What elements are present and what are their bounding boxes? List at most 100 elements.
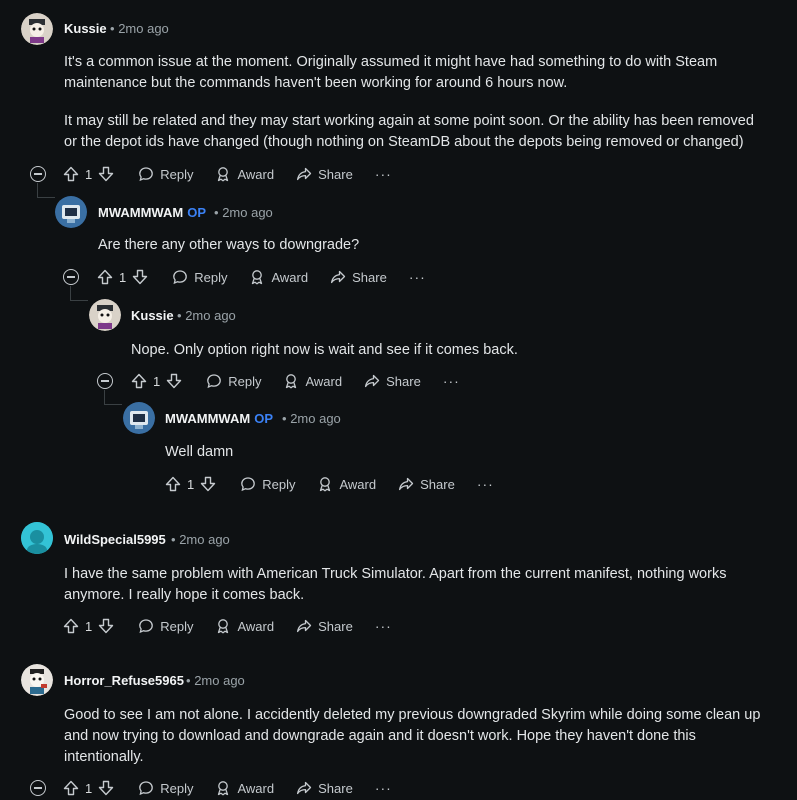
comment-author[interactable]: MWAMMWAM OP	[165, 411, 273, 426]
more-options-button[interactable]: ···	[375, 166, 392, 182]
comment-timestamp: 2mo ago	[222, 205, 273, 220]
share-button[interactable]: Share	[364, 373, 421, 389]
comment-actions: 1 Reply Award Share ···	[97, 265, 448, 289]
comment-body: I have the same problem with American Tr…	[64, 564, 726, 606]
thread-connector	[37, 197, 55, 198]
collapse-thread-button[interactable]	[63, 269, 79, 285]
reply-button[interactable]: Reply	[240, 476, 295, 492]
upvote-icon[interactable]	[165, 476, 181, 492]
author-name[interactable]: MWAMMWAM	[98, 205, 183, 220]
comment-author[interactable]: MWAMMWAM OP	[98, 205, 206, 220]
comment-line: Good to see I am not alone. I accidently…	[64, 707, 761, 723]
comment-body: Nope. Only option right now is wait and …	[131, 340, 518, 361]
comment-body: Are there any other ways to downgrade?	[98, 235, 359, 256]
share-button[interactable]: Share	[296, 618, 353, 634]
avatar[interactable]	[55, 196, 87, 228]
more-options-button[interactable]: ···	[375, 618, 392, 634]
award-icon	[320, 477, 331, 492]
share-button[interactable]: Share	[330, 269, 387, 285]
share-button[interactable]: Share	[296, 780, 353, 796]
vote-count: 1	[85, 618, 93, 634]
award-button[interactable]: Award	[215, 166, 274, 182]
comment-body: Good to see I am not alone. I accidently…	[64, 705, 760, 768]
more-options-button[interactable]: ···	[477, 476, 494, 492]
vote-controls: 1	[165, 476, 216, 492]
comment-bubble-icon	[139, 619, 154, 634]
upvote-icon[interactable]	[63, 780, 79, 796]
upvote-icon[interactable]	[63, 166, 79, 182]
award-button[interactable]: Award	[283, 373, 342, 389]
reply-label: Reply	[262, 476, 296, 492]
reply-button[interactable]: Reply	[138, 618, 193, 634]
reply-button[interactable]: Reply	[172, 269, 227, 285]
award-button[interactable]: Award	[317, 476, 376, 492]
award-icon	[218, 167, 229, 182]
collapse-thread-button[interactable]	[97, 373, 113, 389]
thread-connector	[70, 300, 88, 301]
share-button[interactable]: Share	[296, 166, 353, 182]
downvote-icon[interactable]	[166, 373, 182, 389]
vote-controls: 1	[63, 618, 114, 634]
upvote-icon[interactable]	[63, 618, 79, 634]
downvote-icon[interactable]	[98, 780, 114, 796]
comment-actions: 1 Reply Award Share ···	[63, 614, 414, 638]
downvote-icon[interactable]	[200, 476, 216, 492]
comment-author[interactable]: Horror_Refuse5965	[64, 673, 184, 688]
avatar[interactable]	[123, 402, 155, 434]
comment-line: maintenance but the commands haven't bee…	[64, 75, 568, 91]
reply-button[interactable]: Reply	[206, 373, 261, 389]
vote-count: 1	[153, 373, 161, 389]
meta-separator: •	[110, 21, 115, 36]
more-options-icon: ···	[442, 373, 460, 389]
comment-line: It's a common issue at the moment. Origi…	[64, 54, 718, 70]
avatar[interactable]	[21, 664, 53, 696]
thread-line[interactable]	[70, 286, 71, 301]
meta-separator: •	[214, 205, 219, 220]
comment-bubble-icon	[207, 374, 222, 389]
vote-count: 1	[85, 166, 93, 182]
thread-line[interactable]	[37, 183, 38, 198]
comment-meta: • 2mo ago	[110, 21, 169, 36]
share-button[interactable]: Share	[398, 476, 455, 492]
downvote-icon[interactable]	[132, 269, 148, 285]
downvote-icon[interactable]	[98, 166, 114, 182]
upvote-icon[interactable]	[97, 269, 113, 285]
more-options-icon: ···	[374, 780, 392, 796]
reply-button[interactable]: Reply	[138, 166, 193, 182]
reply-label: Reply	[194, 269, 228, 285]
award-button[interactable]: Award	[215, 780, 274, 796]
award-button[interactable]: Award	[249, 269, 308, 285]
comment-actions: 1 Reply Award Share ···	[165, 472, 516, 496]
meta-separator: •	[177, 308, 182, 323]
avatar[interactable]	[21, 522, 53, 554]
avatar[interactable]	[89, 299, 121, 331]
upvote-icon[interactable]	[131, 373, 147, 389]
award-button[interactable]: Award	[215, 618, 274, 634]
more-options-button[interactable]: ···	[443, 373, 460, 389]
more-options-icon: ···	[408, 269, 426, 285]
share-icon	[399, 477, 414, 491]
meta-separator: •	[186, 673, 191, 688]
share-label: Share	[386, 373, 421, 389]
share-label: Share	[318, 618, 353, 634]
award-icon	[218, 781, 229, 796]
comment-timestamp: 2mo ago	[185, 308, 236, 323]
comment-actions: 1 Reply Award Share ···	[63, 776, 414, 800]
comment-line: and now trying to download and downgrade…	[64, 728, 696, 744]
comment-author[interactable]: WildSpecial5995	[64, 532, 166, 547]
reply-button[interactable]: Reply	[138, 780, 193, 796]
comment-author[interactable]: Kussie	[131, 308, 174, 323]
comment-author[interactable]: Kussie	[64, 21, 107, 36]
vote-count: 1	[187, 476, 195, 492]
collapse-thread-button[interactable]	[30, 166, 46, 182]
more-options-button[interactable]: ···	[375, 780, 392, 796]
reply-label: Reply	[160, 618, 194, 634]
author-name[interactable]: MWAMMWAM	[165, 411, 250, 426]
thread-line[interactable]	[104, 390, 105, 405]
award-label: Award	[271, 269, 309, 285]
more-options-button[interactable]: ···	[409, 269, 426, 285]
share-icon	[365, 374, 380, 388]
downvote-icon[interactable]	[98, 618, 114, 634]
avatar[interactable]	[21, 13, 53, 45]
collapse-thread-button[interactable]	[30, 780, 46, 796]
